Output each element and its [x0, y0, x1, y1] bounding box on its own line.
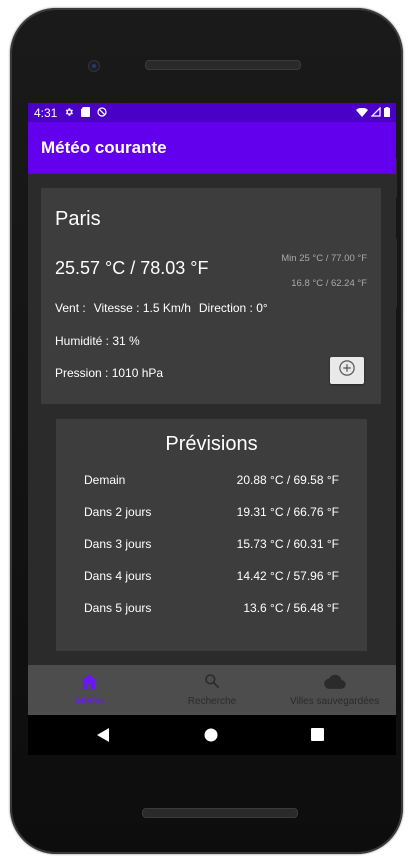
- nav-label-recherche: Recherche: [187, 696, 237, 707]
- forecast-temp: 15.73 °C / 60.31 °F: [236, 537, 339, 551]
- earpiece-speaker: [145, 60, 301, 70]
- cloud-icon: [323, 674, 346, 692]
- current-weather-card: Paris 25.57 °C / 78.03 °F Min 25 °C / 77…: [41, 188, 381, 404]
- home-button-icon[interactable]: [204, 728, 218, 747]
- forecast-row: Dans 2 jours 19.31 °C / 66.76 °F: [84, 505, 339, 519]
- forecast-row: Dans 3 jours 15.73 °C / 60.31 °F: [84, 537, 339, 551]
- add-circle-icon: [338, 359, 356, 382]
- bottom-speaker: [142, 808, 298, 818]
- main-content: Paris 25.57 °C / 78.03 °F Min 25 °C / 77…: [28, 174, 396, 666]
- sd-card-icon: [81, 106, 91, 120]
- settings-icon: [64, 106, 74, 120]
- app-bar: Météo courante: [28, 122, 396, 174]
- min-temperature: Min 25 °C / 77.00 °F: [281, 253, 367, 264]
- signal-icon: [370, 105, 381, 120]
- pressure: Pression : 1010 hPa: [55, 366, 164, 380]
- forecast-day: Dans 3 jours: [84, 537, 152, 551]
- forecast-title: Prévisions: [165, 433, 258, 455]
- wifi-icon: [356, 106, 368, 120]
- forecast-temp: 14.42 °C / 57.96 °F: [236, 569, 339, 583]
- forecast-day: Demain: [84, 473, 126, 487]
- home-icon: [81, 673, 98, 692]
- forecast-day: Dans 2 jours: [84, 505, 152, 519]
- data-saver-icon: [97, 106, 107, 120]
- forecast-temp: 13.6 °C / 56.48 °F: [243, 601, 339, 615]
- app-screen: 4:31 Météo courante Paris 25.57 °C / 78.…: [28, 103, 396, 715]
- status-bar: 4:31: [28, 103, 396, 122]
- humidity: Humidité : 31 %: [55, 334, 140, 348]
- wind-label: Vent :: [55, 301, 86, 315]
- back-icon[interactable]: [97, 728, 109, 747]
- forecast-card: Prévisions Demain 20.88 °C / 69.58 °F Da…: [56, 419, 367, 651]
- forecast-temp: 19.31 °C / 66.76 °F: [236, 505, 339, 519]
- wind-speed: Vitesse : 1.5 Km/h: [93, 301, 191, 315]
- max-temperature: 16.8 °C / 62.24 °F: [291, 278, 367, 289]
- search-icon: [204, 673, 220, 692]
- forecast-day: Dans 5 jours: [84, 601, 152, 615]
- wind-info: Vent : Vitesse : 1.5 Km/h Direction : 0°: [55, 301, 268, 315]
- front-camera: [88, 60, 100, 72]
- min-max-temperatures: Min 25 °C / 77.00 °F 16.8 °C / 62.24 °F: [281, 246, 367, 296]
- system-navigation-bar: [28, 715, 396, 755]
- nav-item-villes-sauvegardees[interactable]: Villes sauvegardées: [273, 665, 396, 715]
- city-name: Paris: [55, 208, 101, 230]
- status-time: 4:31: [34, 105, 58, 120]
- forecast-temp: 20.88 °C / 69.58 °F: [236, 473, 339, 487]
- forecast-row: Dans 4 jours 14.42 °C / 57.96 °F: [84, 569, 339, 583]
- add-city-button[interactable]: [330, 357, 364, 384]
- forecast-row: Demain 20.88 °C / 69.58 °F: [84, 473, 339, 487]
- app-bar-title: Météo courante: [41, 138, 167, 157]
- recents-icon[interactable]: [311, 728, 324, 746]
- nav-item-recherche[interactable]: Recherche: [151, 665, 274, 715]
- forecast-row: Dans 5 jours 13.6 °C / 56.48 °F: [84, 601, 339, 615]
- wind-direction: Direction : 0°: [198, 301, 268, 315]
- forecast-day: Dans 4 jours: [84, 569, 152, 583]
- nav-label-villes: Villes sauvegardées: [290, 695, 380, 707]
- current-temperature: 25.57 °C / 78.03 °F: [55, 258, 209, 278]
- nav-item-meteo[interactable]: Météo: [28, 665, 151, 715]
- nav-label-meteo: Météo: [75, 695, 104, 707]
- battery-icon: [384, 106, 390, 120]
- bottom-navigation: Météo Recherche Villes sauvegardées: [28, 665, 396, 715]
